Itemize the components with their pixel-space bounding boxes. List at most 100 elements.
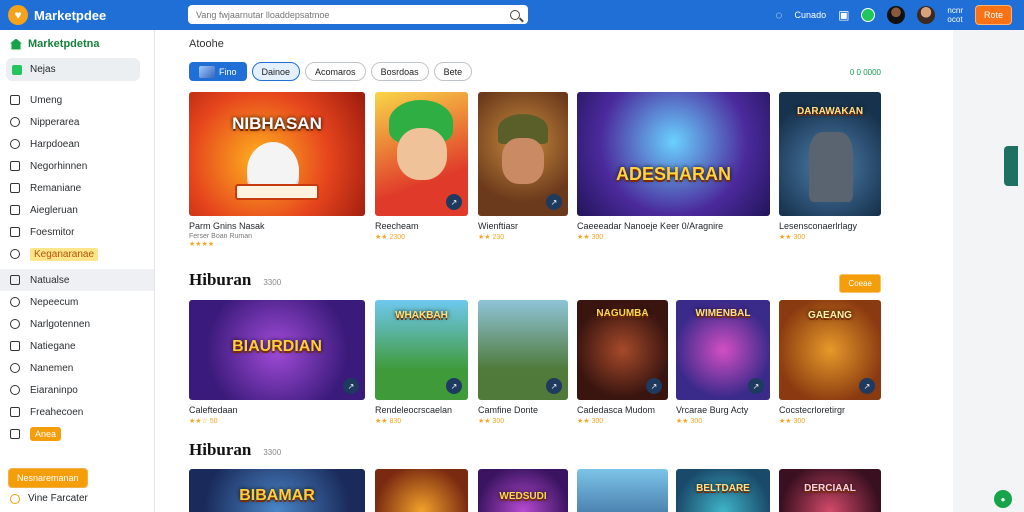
side-panel-tab[interactable]	[1004, 146, 1018, 186]
avatar[interactable]	[917, 6, 936, 24]
avatar-secondary[interactable]	[887, 6, 906, 24]
game-card[interactable]: GAEANG ↗ Cocstecrloretirgr ★★ 300	[779, 300, 881, 425]
game-card[interactable]: ↗ Wienftiasr ★★ 230	[478, 92, 568, 241]
game-thumbnail[interactable]: BIAURDIAN ↗	[189, 300, 365, 400]
filter-chip[interactable]: Bosrdoas	[370, 62, 429, 81]
game-thumbnail[interactable]: DARAWAKAN	[779, 92, 881, 216]
game-thumbnail[interactable]: ↗	[478, 300, 568, 400]
sidebar-item[interactable]: Nanemen	[0, 357, 154, 379]
game-thumbnail[interactable]	[375, 469, 468, 512]
online-status-icon[interactable]	[861, 8, 876, 22]
sidebar-item[interactable]: Natualse	[0, 269, 154, 291]
game-card[interactable]: BIAURDIAN ↗ Caleftedaan ★★☆ 50	[189, 300, 365, 425]
sidebar-item[interactable]: Natiegane	[0, 335, 154, 357]
sidebar-item-active[interactable]: Nejas	[6, 58, 140, 81]
thumbnail-title: DERCIAAL	[804, 483, 856, 494]
bell-icon[interactable]: ◌	[775, 8, 782, 22]
game-thumbnail[interactable]: BIBAMAR	[189, 469, 365, 512]
chat-fab-icon[interactable]: ●	[994, 490, 1012, 508]
game-card[interactable]	[577, 469, 668, 512]
sidebar-item[interactable]: Foesmitor	[0, 221, 154, 243]
game-card[interactable]: WEDSUDI	[478, 469, 568, 512]
search-input[interactable]	[196, 9, 510, 20]
sidebar-item[interactable]: Negorhinnen	[0, 155, 154, 177]
image-icon[interactable]: ▣	[838, 8, 849, 22]
game-thumbnail[interactable]: WEDSUDI	[478, 469, 568, 512]
grid-icon	[12, 64, 22, 75]
search-bar[interactable]	[188, 5, 528, 24]
filter-chip[interactable]: Bete	[433, 62, 473, 81]
user-label-line1: ncnr	[947, 6, 963, 15]
filter-bar: Fino Dainoe Acomaros Bosrdoas Bete	[189, 62, 473, 81]
sidebar-item[interactable]: Narlgotennen	[0, 313, 154, 335]
game-thumbnail[interactable]: GAEANG ↗	[779, 300, 881, 400]
section-count: 3300	[263, 448, 282, 457]
sidebar-cta-button[interactable]: Nesnaremanan	[8, 468, 88, 488]
sidebar-footer-item[interactable]: Vine Farcater	[10, 493, 88, 504]
box-icon	[10, 407, 20, 417]
clock-icon	[10, 249, 20, 259]
play-icon[interactable]: ↗	[859, 378, 875, 394]
see-all-button[interactable]: Coeae	[839, 274, 881, 293]
game-card[interactable]: WHAKBAH ↗ Rendeleocrscaelan ★★ 830	[375, 300, 468, 425]
sidebar-item[interactable]: Eiaraninpo	[0, 379, 154, 401]
sidebar-header[interactable]: Marketpdetna	[0, 30, 154, 58]
game-thumbnail[interactable]: ↗	[478, 92, 568, 216]
thumbnail-banner	[235, 184, 319, 200]
play-icon[interactable]: ↗	[546, 194, 562, 210]
game-card[interactable]: BELTDARE	[676, 469, 770, 512]
play-icon[interactable]: ↗	[546, 378, 562, 394]
sidebar-item[interactable]: Remaniane	[0, 177, 154, 199]
chat-icon	[10, 117, 20, 127]
thumbnail-title: ADESHARAN	[615, 164, 731, 184]
filter-chip-primary[interactable]: Fino	[189, 62, 247, 81]
brand[interactable]: ♥ Marketpdee	[0, 5, 155, 25]
game-card[interactable]: ↗ Reecheam ★★ 2300	[375, 92, 468, 241]
header-action-button[interactable]: Rote	[974, 5, 1012, 25]
game-thumbnail[interactable]: WHAKBAH ↗	[375, 300, 468, 400]
game-thumbnail[interactable]: WIMENBAL ↗	[676, 300, 770, 400]
game-card[interactable]: NAGUMBA ↗ Cadedasca Mudom ★★ 300	[577, 300, 668, 425]
sidebar-item[interactable]: Umeng	[0, 89, 154, 111]
sidebar-item-label: Foesmitor	[30, 226, 75, 238]
game-card[interactable]: WIMENBAL ↗ Vrcarae Burg Acty ★★ 300	[676, 300, 770, 425]
game-thumbnail[interactable]: ↗	[375, 92, 468, 216]
game-card[interactable]: DARAWAKAN Lesensconaerlrlagy ★★ 300	[779, 92, 881, 241]
search-icon[interactable]	[510, 9, 520, 20]
game-thumbnail[interactable]: NAGUMBA ↗	[577, 300, 668, 400]
play-icon[interactable]: ↗	[343, 378, 359, 394]
play-icon[interactable]: ↗	[646, 378, 662, 394]
sidebar-item[interactable]: Freahecoen	[0, 401, 154, 423]
header-link[interactable]: Cunado	[795, 10, 827, 20]
sidebar-item[interactable]: Nepeecum	[0, 291, 154, 313]
game-thumbnail[interactable]: ADESHARAN	[577, 92, 770, 216]
thumbnail-title: WHAKBAH	[395, 310, 448, 321]
sidebar-item-label: Harpdoean	[30, 138, 80, 150]
play-icon[interactable]: ↗	[446, 194, 462, 210]
game-card[interactable]: DERCIAAL	[779, 469, 881, 512]
filter-chip[interactable]: Acomaros	[305, 62, 366, 81]
game-card[interactable]: ↗ Camfine Donte ★★ 300	[478, 300, 568, 425]
game-card[interactable]: BIBAMAR	[189, 469, 365, 512]
play-icon[interactable]: ↗	[446, 378, 462, 394]
thumbnail-title: DARAWAKAN	[796, 106, 864, 117]
game-thumbnail[interactable]: DERCIAAL	[779, 469, 881, 512]
game-card[interactable]: NIBHASAN Parm Gnins Nasak Ferser Boan Ru…	[189, 92, 365, 248]
game-card[interactable]	[375, 469, 468, 512]
filter-chip[interactable]: Dainoe	[251, 62, 301, 81]
sidebar-item[interactable]: Harpdoean	[0, 133, 154, 155]
heart-icon: ♥	[8, 5, 28, 25]
section-title: Hiburan 3300	[189, 270, 281, 290]
game-thumbnail[interactable]: BELTDARE	[676, 469, 770, 512]
top-bar: ♥ Marketpdee ◌ Cunado ▣ ncnrocot Rote	[0, 0, 1024, 30]
sidebar-item[interactable]: Nipperarea	[0, 111, 154, 133]
game-card[interactable]: ADESHARAN Caeeeadar Nanoeje Keer 0/Aragn…	[577, 92, 770, 241]
section-title-text: Hiburan	[189, 270, 252, 289]
sidebar-item[interactable]: Keganaranae	[0, 243, 154, 265]
play-icon[interactable]: ↗	[748, 378, 764, 394]
game-thumbnail[interactable]: NIBHASAN	[189, 92, 365, 216]
card-title: Rendeleocrscaelan	[375, 405, 453, 415]
game-thumbnail[interactable]	[577, 469, 668, 512]
sidebar-item[interactable]: Aiegleruan	[0, 199, 154, 221]
sidebar-item[interactable]: Anea	[0, 423, 154, 445]
